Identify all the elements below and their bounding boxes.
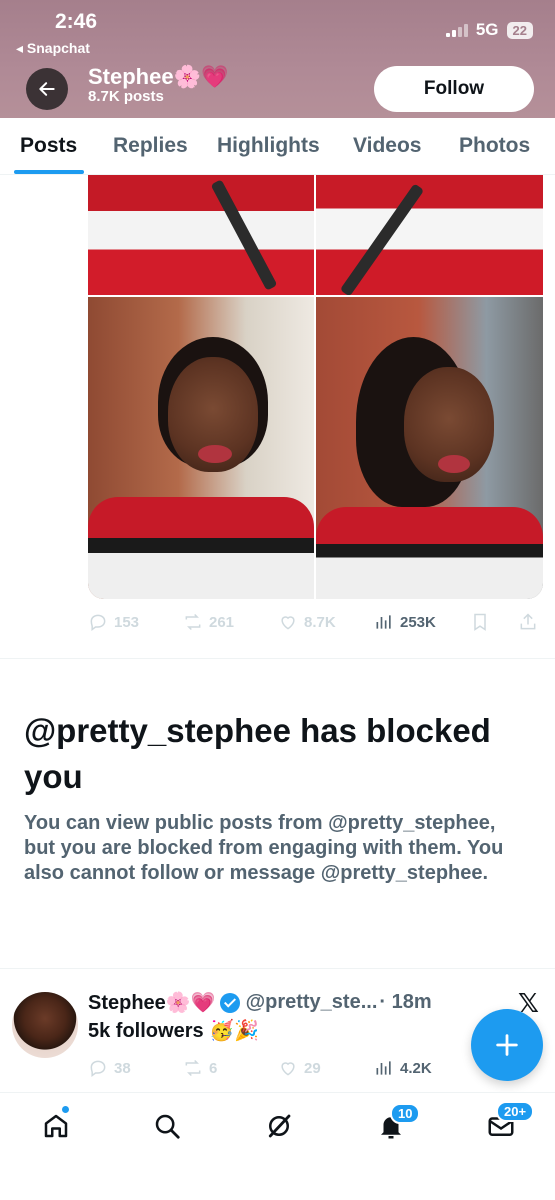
back-to-app-link[interactable]: ◂ Snapchat — [16, 40, 90, 57]
tab-videos[interactable]: Videos — [353, 134, 421, 158]
tab-highlights[interactable]: Highlights — [217, 134, 320, 158]
follow-button[interactable]: Follow — [374, 66, 534, 112]
avatar[interactable] — [12, 992, 78, 1058]
views-icon — [376, 615, 391, 629]
post-text: 5k followers 🥳🎉 — [88, 1020, 259, 1042]
compose-button[interactable] — [471, 1009, 543, 1081]
like-count: 8.7K — [304, 613, 336, 631]
profile-name: Stephee🌸💗 — [88, 64, 229, 89]
view-count: 253K — [400, 613, 436, 631]
profile-post-count: 8.7K posts — [88, 88, 164, 105]
bookmark-action[interactable] — [470, 612, 490, 632]
divider — [0, 968, 555, 969]
notifications-tab[interactable]: 10 — [376, 1103, 421, 1141]
repost-action[interactable]: 6 — [183, 1058, 217, 1078]
post-actions: 153 261 8.7K 253K — [88, 608, 543, 636]
repost-icon — [185, 1059, 201, 1077]
heart-icon — [281, 1062, 295, 1076]
views-action[interactable]: 253K — [374, 612, 436, 632]
repost-action[interactable]: 261 — [183, 612, 234, 632]
post-author-name[interactable]: Stephee🌸💗 — [88, 990, 216, 1015]
signal-icon — [445, 23, 468, 37]
repost-icon — [185, 613, 201, 631]
views-icon — [376, 1061, 391, 1075]
post-timestamp: · 18m — [379, 991, 432, 1013]
blocked-description: You can view public posts from @pretty_s… — [24, 812, 504, 884]
post-header: Stephee🌸💗 @pretty_ste... · 18m — [88, 990, 432, 1015]
shirt — [88, 497, 314, 599]
grok-tab[interactable] — [264, 1111, 294, 1141]
like-count: 29 — [304, 1059, 321, 1077]
search-tab[interactable] — [152, 1111, 182, 1141]
lanyard-strap — [210, 179, 278, 291]
reply-icon — [90, 614, 106, 631]
reply-action[interactable]: 153 — [88, 612, 139, 632]
home-tab[interactable] — [41, 1105, 71, 1141]
media-photo-1[interactable] — [88, 175, 314, 295]
home-notification-dot — [61, 1105, 70, 1114]
grok-icon — [268, 1114, 291, 1138]
repost-count: 6 — [209, 1059, 218, 1077]
status-time: 2:46 — [55, 10, 98, 33]
media-photo-3[interactable] — [88, 297, 314, 599]
profile-tabs: Posts Replies Highlights Videos Photos — [0, 118, 555, 175]
bottom-nav: 10 20+ — [0, 1092, 555, 1200]
reply-icon — [90, 1060, 106, 1077]
tab-posts[interactable]: Posts — [20, 134, 77, 158]
lips — [438, 455, 470, 473]
back-button[interactable] — [26, 68, 68, 110]
bookmark-icon — [474, 613, 486, 631]
verified-badge-icon — [219, 992, 240, 1013]
reply-count: 38 — [114, 1059, 131, 1077]
lanyard-strap — [339, 183, 425, 295]
tab-photos[interactable]: Photos — [459, 134, 530, 158]
messages-tab[interactable]: 20+ — [486, 1101, 535, 1141]
reply-action[interactable]: 38 — [88, 1058, 131, 1078]
share-action[interactable] — [518, 612, 538, 632]
media-photo-4[interactable] — [316, 297, 543, 599]
heart-icon — [281, 616, 295, 630]
blocked-title: @pretty_stephee has blocked you — [24, 712, 491, 795]
views-action[interactable]: 4.2K — [374, 1058, 432, 1078]
post-media-grid[interactable] — [88, 175, 543, 599]
battery-icon: 22 — [506, 21, 533, 39]
reply-count: 153 — [114, 613, 140, 631]
like-action[interactable]: 8.7K — [278, 612, 336, 632]
repost-count: 261 — [209, 613, 235, 631]
status-indicators: 5G 22 — [445, 20, 533, 40]
tab-replies[interactable]: Replies — [113, 134, 188, 158]
search-icon — [155, 1114, 180, 1139]
like-action[interactable]: 29 — [278, 1058, 321, 1078]
notifications-badge: 10 — [390, 1103, 421, 1124]
media-photo-2[interactable] — [316, 175, 543, 295]
post-author-handle[interactable]: @pretty_ste... — [246, 991, 378, 1014]
profile-header: 2:46 ◂ Snapchat 5G 22 Stephee🌸💗 8.7K pos… — [0, 0, 555, 118]
shirt — [316, 507, 543, 599]
network-label: 5G — [475, 20, 499, 39]
home-icon — [44, 1114, 68, 1138]
view-count: 4.2K — [400, 1059, 432, 1077]
arrow-left-icon — [39, 82, 55, 96]
messages-badge: 20+ — [496, 1101, 535, 1122]
active-tab-indicator — [14, 170, 84, 174]
plus-icon — [496, 1034, 518, 1056]
lips — [198, 445, 232, 463]
share-icon — [520, 613, 536, 630]
divider — [0, 658, 555, 659]
